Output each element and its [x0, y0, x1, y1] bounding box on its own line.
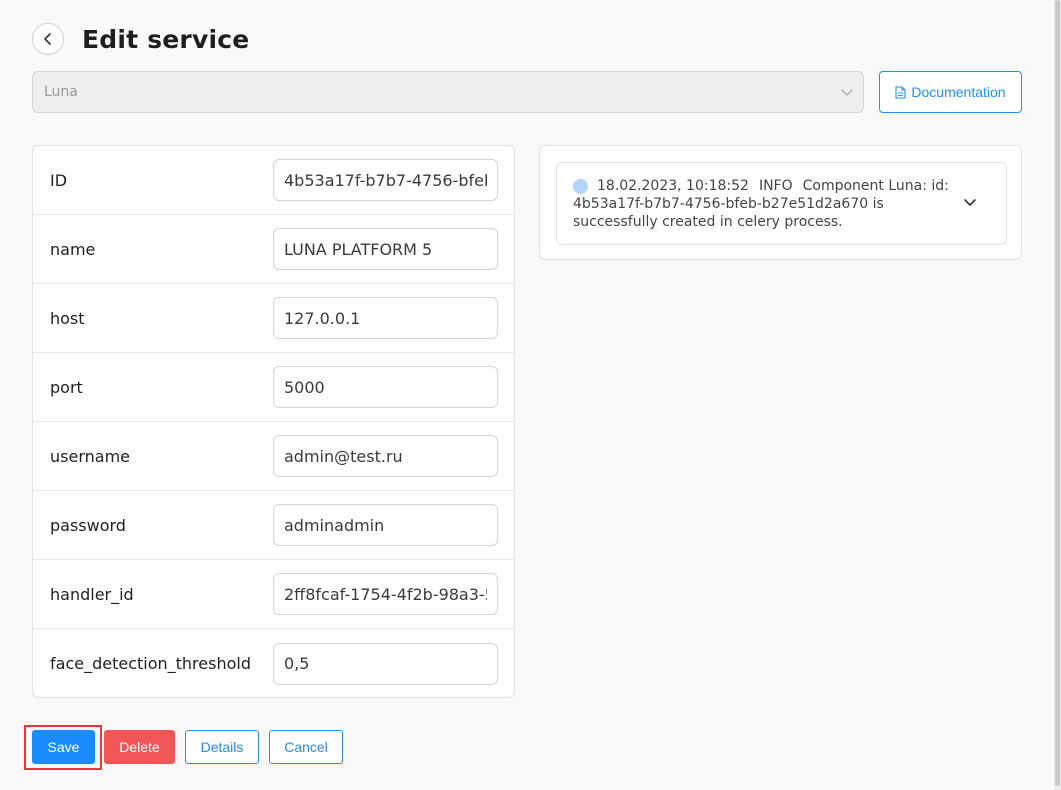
name-input[interactable]	[273, 228, 498, 270]
id-input[interactable]	[273, 159, 498, 201]
chevron-down-icon	[841, 89, 853, 96]
face-detection-threshold-input[interactable]	[273, 642, 498, 685]
save-button[interactable]: Save	[32, 730, 95, 764]
service-form: ID name host port username password hand…	[32, 145, 515, 698]
delete-button[interactable]: Delete	[104, 730, 175, 764]
field-label: password	[50, 515, 126, 535]
chevron-down-icon[interactable]	[962, 195, 978, 211]
scrollbar-track[interactable]	[1054, 0, 1061, 790]
field-label: host	[50, 308, 85, 328]
field-label: username	[50, 446, 130, 466]
log-timestamp: 18.02.2023, 10:18:52	[597, 178, 749, 194]
log-entry[interactable]: 18.02.2023, 10:18:52 INFO Component Luna: …	[556, 162, 1007, 245]
service-select[interactable]: Luna	[32, 71, 864, 113]
documentation-button[interactable]: Documentation	[879, 71, 1022, 113]
log-text: 18.02.2023, 10:18:52 INFO Component Luna: …	[573, 177, 961, 231]
field-label: face_detection_threshold	[50, 654, 251, 673]
form-row-id: ID	[33, 146, 514, 215]
log-panel: 18.02.2023, 10:18:52 INFO Component Luna: …	[539, 145, 1022, 260]
chevron-left-icon	[44, 33, 51, 45]
scrollbar-thumb[interactable]	[1055, 0, 1060, 786]
form-row-password: password	[33, 491, 514, 560]
username-input[interactable]	[273, 435, 498, 477]
port-input[interactable]	[273, 366, 498, 408]
field-label: port	[50, 377, 83, 397]
log-level: INFO	[758, 178, 793, 194]
field-label: handler_id	[50, 584, 134, 604]
password-input[interactable]	[273, 504, 498, 546]
details-button[interactable]: Details	[185, 730, 259, 764]
form-row-port: port	[33, 353, 514, 422]
page-header: Edit service	[32, 22, 249, 56]
back-button[interactable]	[32, 23, 64, 55]
host-input[interactable]	[273, 297, 498, 339]
form-row-handler-id: handler_id	[33, 560, 514, 629]
field-label: ID	[50, 170, 68, 190]
form-row-face-detection-threshold: face_detection_threshold	[33, 629, 514, 698]
form-row-username: username	[33, 422, 514, 491]
document-icon	[895, 85, 906, 99]
documentation-label: Documentation	[911, 84, 1006, 100]
cancel-button[interactable]: Cancel	[269, 730, 343, 764]
page-title: Edit service	[82, 24, 250, 54]
field-label: name	[50, 239, 96, 259]
service-select-value: Luna	[44, 84, 78, 100]
form-row-host: host	[33, 284, 514, 353]
handler-id-input[interactable]	[273, 573, 498, 615]
form-row-name: name	[33, 215, 514, 284]
